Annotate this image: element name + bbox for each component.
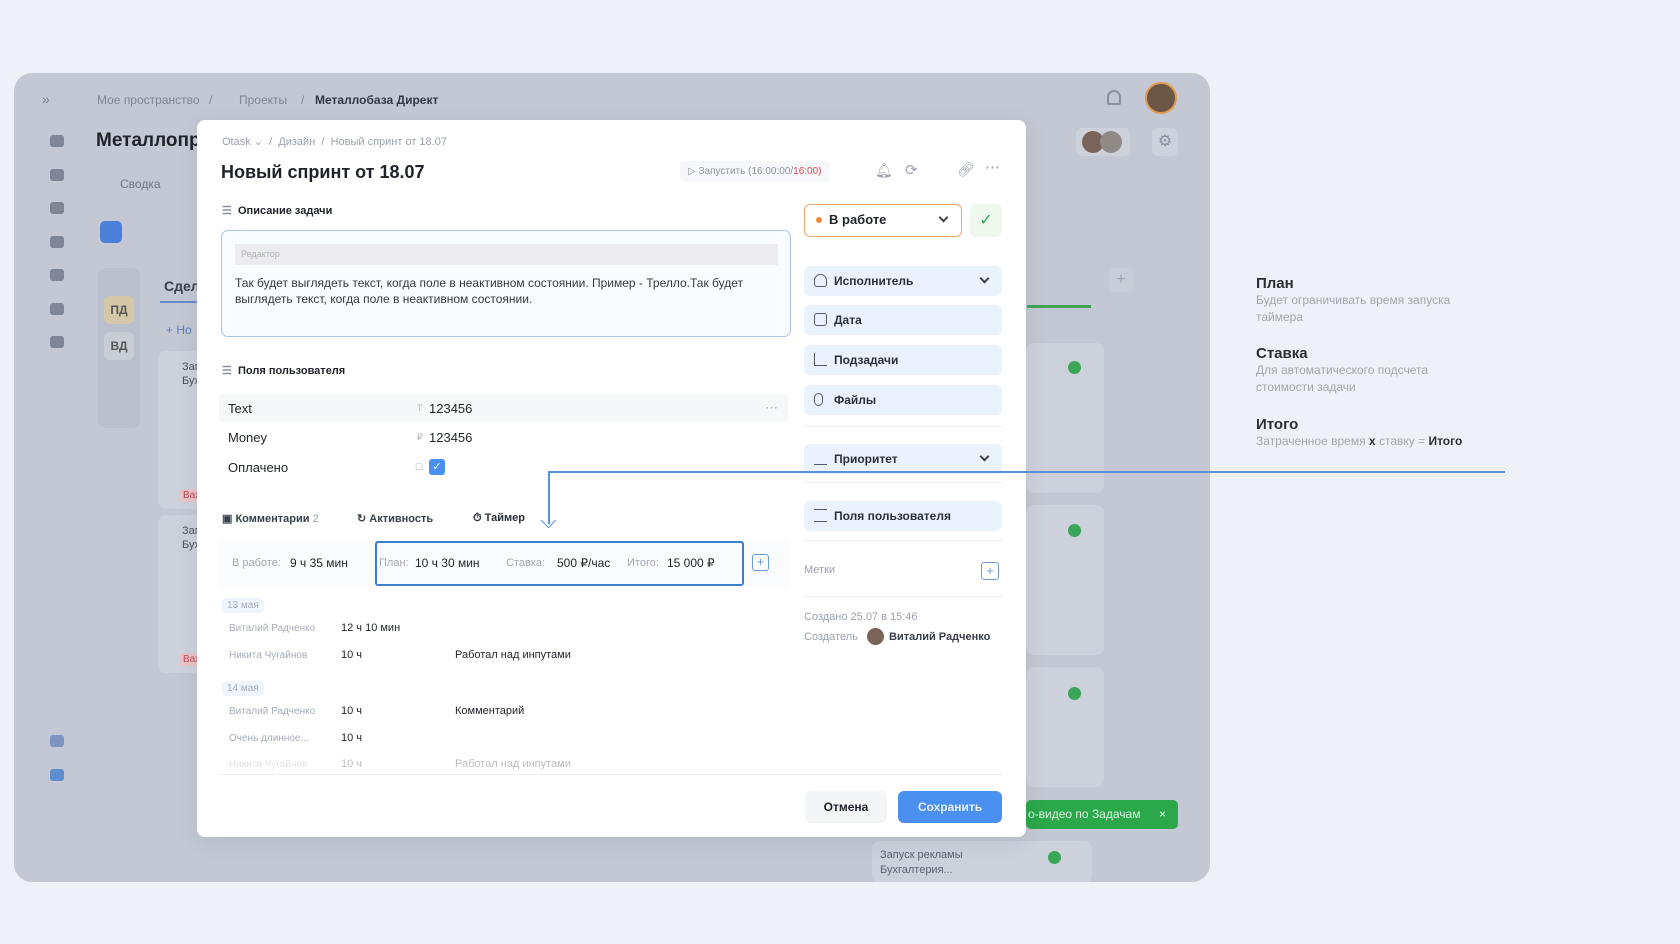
board-icon[interactable]: [50, 202, 64, 214]
members-avatars[interactable]: [1076, 128, 1130, 156]
log-date: 13 мая: [222, 598, 264, 613]
paid-checkbox[interactable]: ✓: [429, 459, 445, 475]
subtasks-button[interactable]: Подзадачи: [804, 345, 1002, 375]
task-card[interactable]: Запуск рекламы Бухгалтерия...: [872, 841, 1092, 882]
dashboard-icon[interactable]: [50, 135, 64, 147]
bar-chart-icon: [814, 452, 827, 465]
description-editor[interactable]: Редактор Так будет выглядеть текст, когд…: [221, 230, 791, 337]
description-label: ☰ Описание задачи: [222, 205, 333, 217]
column-avatar[interactable]: ПД: [104, 296, 134, 324]
task-card[interactable]: [1026, 667, 1104, 787]
new-task-link[interactable]: + Но: [166, 323, 192, 337]
telegram-icon[interactable]: [50, 769, 64, 781]
tab-activity[interactable]: ↻ Активность: [357, 512, 433, 525]
rate-value[interactable]: 500 ₽/час: [557, 556, 610, 570]
bell-icon[interactable]: [1107, 90, 1121, 105]
tab-summary[interactable]: Сводка: [120, 177, 161, 191]
complete-check-button[interactable]: ✓: [970, 204, 1002, 237]
board-view-button[interactable]: [100, 221, 122, 243]
bell-icon[interactable]: 🔔︎: [875, 162, 893, 179]
expand-icon[interactable]: »: [42, 91, 50, 107]
briefcase-icon[interactable]: [50, 169, 64, 181]
column-avatar[interactable]: ВД: [104, 332, 134, 360]
date-button[interactable]: Дата: [804, 305, 1002, 335]
more-icon[interactable]: ⋯: [765, 400, 778, 416]
bottom-card-title: Запуск рекламы: [880, 849, 963, 861]
add-column-button[interactable]: +: [1109, 268, 1133, 292]
close-icon[interactable]: ×: [1159, 800, 1166, 829]
add-time-button[interactable]: +: [752, 554, 769, 571]
checkbox-type-icon: ☐: [415, 461, 424, 472]
database-icon[interactable]: [50, 303, 64, 315]
folder-icon[interactable]: [50, 236, 64, 248]
flow-icon[interactable]: [50, 336, 64, 348]
sync-icon[interactable]: ⟳: [905, 161, 918, 179]
user-avatar[interactable]: [1145, 82, 1177, 114]
text-icon: ☰: [222, 205, 232, 217]
assignee-button[interactable]: Исполнитель: [804, 266, 1002, 296]
field-row-paid[interactable]: Оплачено ☐ ✓: [219, 453, 788, 481]
custom-fields-label: ☰ Поля пользователя: [222, 365, 346, 377]
save-button[interactable]: Сохранить: [898, 791, 1002, 823]
breadcrumb-section[interactable]: Дизайн: [278, 136, 315, 148]
settings-gear-icon[interactable]: ⚙: [1152, 128, 1178, 156]
description-text: Так будет выглядеть текст, когда поле в …: [235, 276, 744, 306]
annotation-plan: План Будет ограничивать время запуска тайм…: [1256, 275, 1451, 324]
tab-comments[interactable]: ▣ Комментарии 2: [222, 512, 319, 525]
files-button[interactable]: Файлы: [804, 385, 1002, 415]
chat-icon[interactable]: [50, 735, 64, 747]
project-title: Металлопр: [96, 130, 201, 151]
subtasks-icon: [814, 353, 827, 366]
task-title[interactable]: Новый спринт от 18.07: [221, 162, 425, 183]
annotation-rate: Ставка Для автоматического подсчета стоимо…: [1256, 345, 1429, 394]
in-work-value: 9 ч 35 мин: [290, 556, 348, 570]
breadcrumb-current: Новый спринт от 18.07: [330, 136, 447, 148]
timer-highlight-box: План: 10 ч 30 мин Ставка: 500 ₽/час Итог…: [375, 541, 744, 586]
modal-breadcrumb: Otask ⌄ / Дизайн / Новый спринт от 18.07: [222, 136, 447, 148]
creator-avatar: [867, 628, 884, 645]
breadcrumb-projects[interactable]: Проекты: [239, 93, 287, 107]
breadcrumb-workspace[interactable]: Мое пространство: [97, 93, 200, 107]
text-type-icon: T: [417, 403, 423, 413]
field-row-money[interactable]: Money ₽ 123456: [219, 423, 788, 451]
plan-value[interactable]: 10 ч 30 мин: [415, 556, 480, 570]
bottom-card-subtitle: Бухгалтерия...: [880, 864, 953, 876]
creator-name: Виталий Радченко: [889, 631, 991, 643]
calendar-icon: [814, 313, 827, 326]
ruble-icon: ₽: [417, 431, 423, 442]
notification-toast[interactable]: о-видео по Задачам ×: [1026, 800, 1178, 829]
tab-timer[interactable]: ⏱︎ Таймер: [473, 512, 525, 525]
created-date: Создано 25.07 в 15:46: [804, 611, 918, 623]
fields-icon: ☰: [222, 365, 232, 377]
user-icon: [814, 274, 827, 287]
breadcrumb-workspace[interactable]: Otask: [222, 136, 251, 148]
breadcrumb-project[interactable]: Металлобаза Директ: [315, 93, 438, 107]
status-dot: [816, 217, 822, 223]
task-modal: Otask ⌄ / Дизайн / Новый спринт от 18.07…: [197, 120, 1026, 837]
status-select[interactable]: В работе: [804, 204, 962, 237]
log-date: 14 мая: [222, 681, 264, 696]
columns-panel: ПД ВД: [98, 268, 140, 428]
annotation-total: Итого Затраченное время x ставку = Итого: [1256, 416, 1463, 448]
field-row-text[interactable]: Text T 123456 ⋯: [219, 394, 788, 422]
cancel-button[interactable]: Отмена: [805, 791, 887, 823]
users-icon[interactable]: [50, 269, 64, 281]
custom-fields-button[interactable]: Поля пользователя: [804, 501, 1002, 531]
paperclip-icon: [814, 393, 823, 406]
annotation-line: [549, 471, 1505, 473]
total-value: 15 000 ₽: [667, 556, 715, 570]
fields-icon: [814, 509, 827, 522]
editor-toolbar: Редактор: [235, 244, 778, 265]
priority-button[interactable]: Приоритет: [804, 444, 1002, 474]
tags-label: Метки: [804, 564, 836, 576]
link-icon[interactable]: 🔗︎: [957, 161, 975, 178]
more-icon[interactable]: ⋯: [985, 158, 1000, 176]
column-title: Сдел: [164, 278, 200, 294]
task-card[interactable]: [1026, 505, 1104, 655]
add-tag-button[interactable]: +: [981, 562, 999, 580]
start-timer-button[interactable]: ▷ Запустить (16:00:00/16:00): [680, 161, 830, 182]
